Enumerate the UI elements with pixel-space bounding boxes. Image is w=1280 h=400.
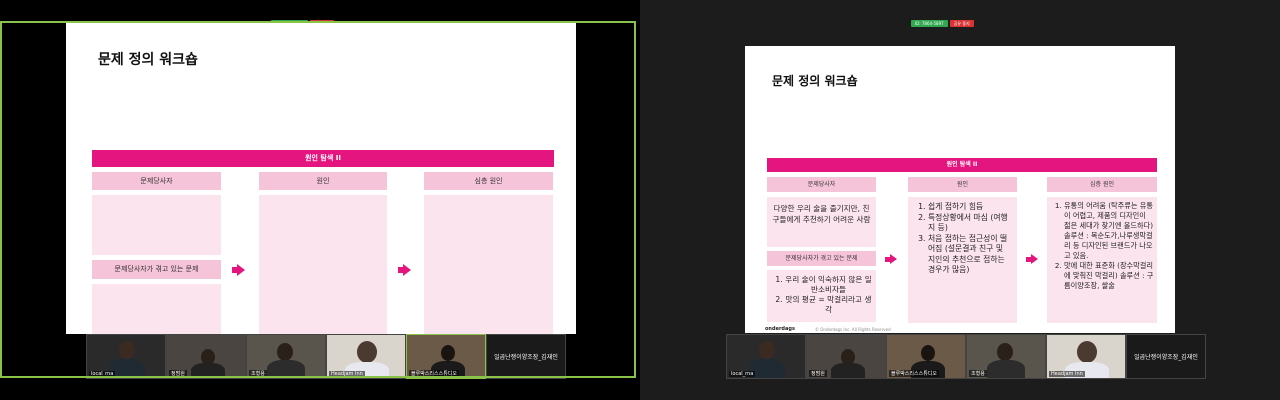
slide-title: 문제 정의 워크숍 [772, 74, 858, 88]
problem-item: 맛의 평균 = 막걸리라고 생각 [785, 295, 872, 315]
problem-cell: 우리 술이 익숙하지 않은 일반소비자들 맛의 평균 = 막걸리라고 생각 [767, 270, 876, 322]
column-header-deep-cause: 심층 원인 [424, 172, 553, 190]
participant-name: 일곱난쟁이양조장_김재인 [1134, 354, 1198, 361]
left-screen-share-pane: ID: 7864-5897 공유 중지 문제 정의 워크숍 원인 탐색 II 문… [0, 0, 640, 400]
arrow-right-icon [1031, 254, 1038, 264]
participant-name: 조형용 [249, 370, 267, 377]
cause-cell [259, 195, 387, 334]
participant-name: local_rna [729, 371, 756, 377]
participant-video [921, 345, 935, 361]
section-bar: 원인 탐색 II [92, 150, 554, 167]
problem-item: 우리 술이 익숙하지 않은 일반소비자들 [785, 275, 872, 295]
cause-item: 쉽게 접하기 힘듬 [928, 202, 1011, 213]
participant-name: Headjam Inn [1049, 371, 1085, 377]
deep-cause-cell: 유통의 어려움 (탁주류는 유통이 어렵고, 제품의 디자인이 젊은 세대가 찾… [1047, 197, 1157, 323]
column-header-persona: 문제당사자 [92, 172, 221, 190]
participant-tile[interactable]: Headjam Inn [1046, 334, 1126, 379]
arrow-right-icon [237, 264, 245, 276]
name-only-tile[interactable]: 일곱난쟁이양조장_김재인 [486, 334, 566, 379]
meeting-info-pill[interactable]: ID: 7864-5897 [911, 20, 948, 27]
footer-copyright: © Onderdags Inc. All Rights Reserved [815, 327, 891, 332]
share-toolbar: ID: 7864-5897 공유 중지 [911, 20, 974, 27]
section-bar: 원인 탐색 II [767, 158, 1157, 172]
participant-strip: local_rna 정범원 블루박스리스스튜디오 조형용 Headjam Inn… [726, 334, 1206, 379]
problem-label: 문제당사자가 겪고 있는 문제 [767, 251, 876, 266]
participant-tile[interactable]: 조형용 [246, 334, 326, 379]
participant-tile[interactable]: local_rna [726, 334, 806, 379]
participant-tile[interactable]: 블루박스리스스튜디오 [886, 334, 966, 379]
participant-tile[interactable]: 조형용 [966, 334, 1046, 379]
participant-video [759, 341, 775, 359]
participant-tile-active[interactable]: 블루박스리스스튜디오 [406, 334, 486, 379]
column-header-persona: 문제당사자 [767, 177, 876, 192]
participant-video [119, 341, 135, 359]
participant-tile[interactable]: 정범원 [806, 334, 886, 379]
right-screen-share-pane: ID: 7864-5897 공유 중지 문제 정의 워크숍 원인 탐색 II 문… [640, 0, 1280, 400]
problem-label: 문제당사자가 겪고 있는 문제 [92, 260, 221, 279]
participant-name: 블루박스리스스튜디오 [889, 370, 940, 377]
participant-tile[interactable]: local_rna [86, 334, 166, 379]
name-only-tile[interactable]: 일곱난쟁이양조장_김재인 [1126, 334, 1206, 379]
participant-tile[interactable]: 정범원 [166, 334, 246, 379]
participant-video [441, 345, 455, 361]
column-header-deep-cause: 심층 원인 [1047, 177, 1157, 192]
deep-cause-item: 유통의 어려움 (탁주류는 유통이 어렵고, 제품의 디자인이 젊은 세대가 찾… [1064, 201, 1154, 261]
participant-video [997, 343, 1013, 361]
participant-name: 조형용 [969, 370, 987, 377]
participant-video [277, 343, 293, 361]
slide-title: 문제 정의 워크숍 [98, 52, 198, 68]
participant-name: 정범원 [169, 370, 187, 377]
persona-cell [92, 195, 221, 255]
participant-tile[interactable]: Headjam Inn [326, 334, 406, 379]
deep-cause-cell [424, 195, 553, 334]
arrow-right-icon [403, 264, 411, 276]
participant-name: 블루박스리스스튜디오 [409, 370, 460, 377]
arrow-right-icon [890, 254, 897, 264]
problem-cell [92, 284, 221, 334]
cause-item: 처음 접하는 접근성이 떨어짐 (설문결과 친구 및 지인의 추천으로 접하는 … [928, 234, 1011, 276]
participant-name: local_rna [89, 371, 116, 377]
cause-item: 특정상황에서 마심 (여행지 등) [928, 213, 1011, 234]
column-header-cause: 원인 [259, 172, 387, 190]
participant-name: 정범원 [809, 370, 827, 377]
slide: 문제 정의 워크숍 원인 탐색 II 문제당사자 원인 심층 원인 다양한 우리… [745, 46, 1175, 333]
slide: 문제 정의 워크숍 원인 탐색 II 문제당사자 원인 심층 원인 문제당사자가… [66, 22, 576, 334]
participant-name: 일곱난쟁이양조장_김재인 [494, 354, 558, 361]
cause-cell: 쉽게 접하기 힘듬 특정상황에서 마심 (여행지 등) 처음 접하는 접근성이 … [908, 197, 1017, 323]
stop-share-button[interactable]: 공유 중지 [949, 20, 974, 27]
participant-name: Headjam Inn [329, 371, 365, 377]
persona-cell: 다양한 우리 술을 즐기지만, 친구들에게 추천하기 어려운 사람 [767, 197, 876, 247]
participant-video [1077, 341, 1097, 363]
participant-strip: local_rna 정범원 조형용 Headjam Inn 블루박스리스스튜디오… [86, 334, 566, 379]
footer-logo: onderdags [765, 326, 795, 332]
participant-video [357, 341, 377, 363]
column-header-cause: 원인 [908, 177, 1017, 192]
deep-cause-item: 맛에 대한 표준화 (장수막걸리에 맞춰진 막걸리) 솔루션 : 구름이양조장,… [1064, 261, 1154, 291]
